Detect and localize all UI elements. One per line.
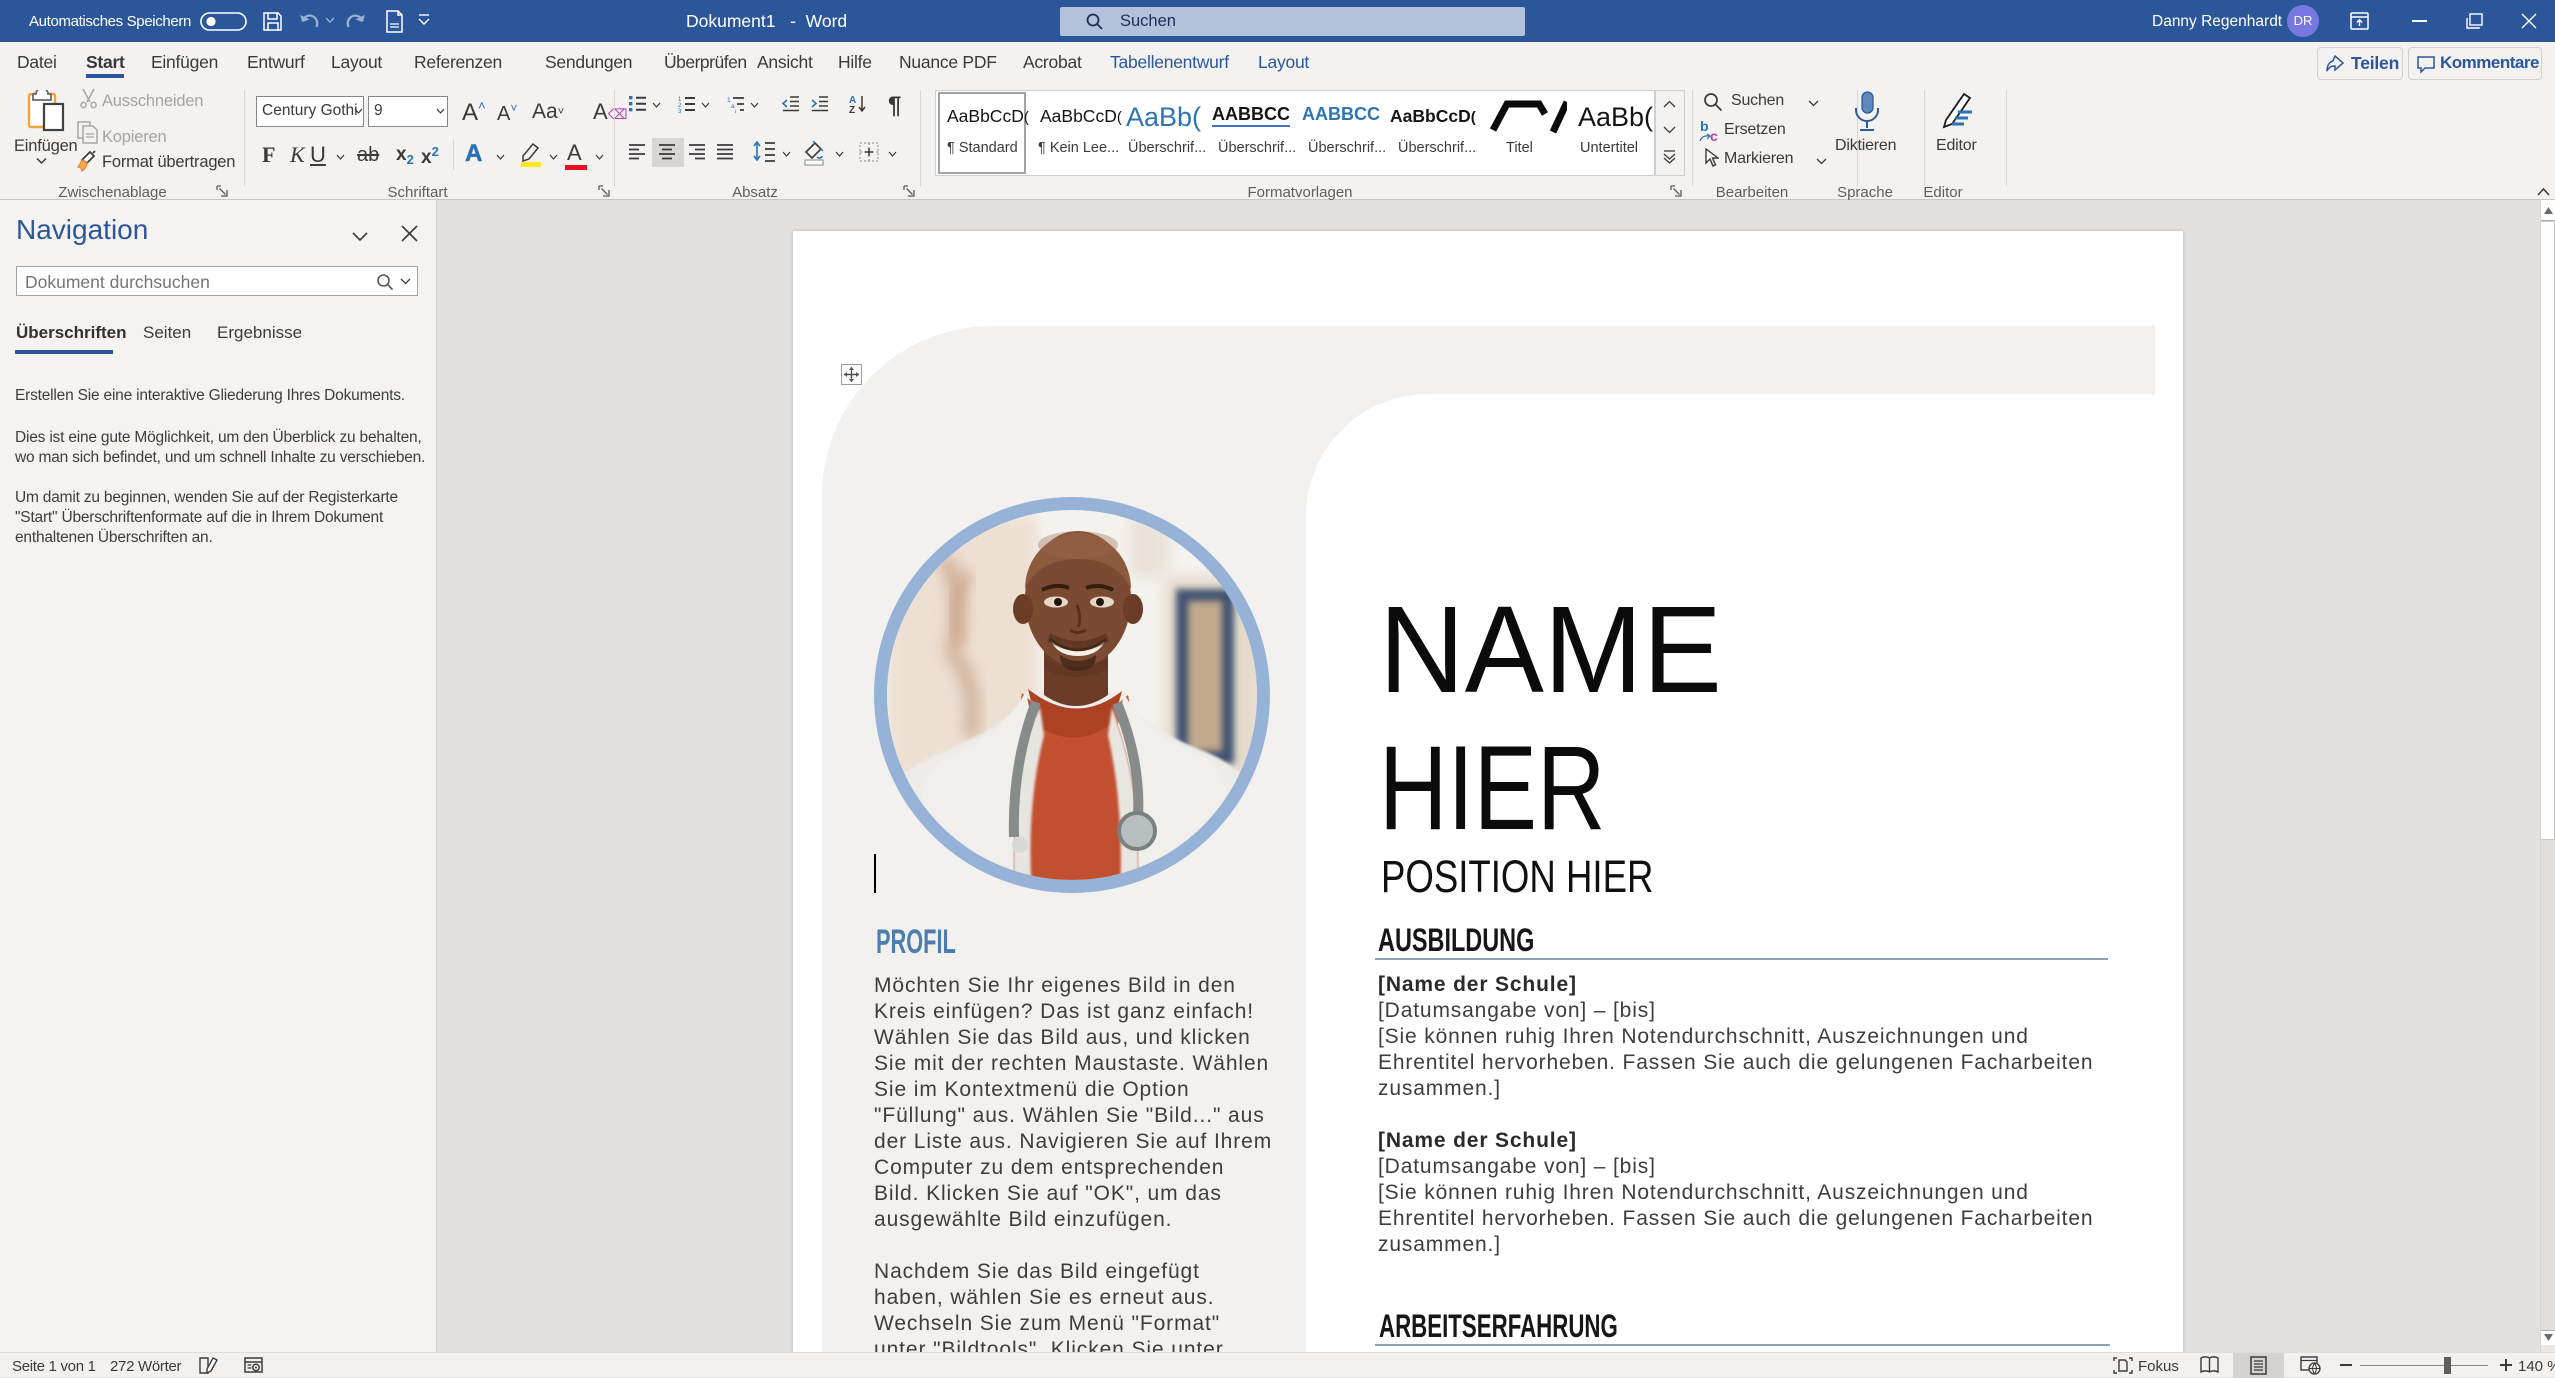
svg-text:i: i <box>735 109 736 113</box>
svg-text:3: 3 <box>678 109 682 113</box>
svg-text:Z: Z <box>849 105 855 114</box>
